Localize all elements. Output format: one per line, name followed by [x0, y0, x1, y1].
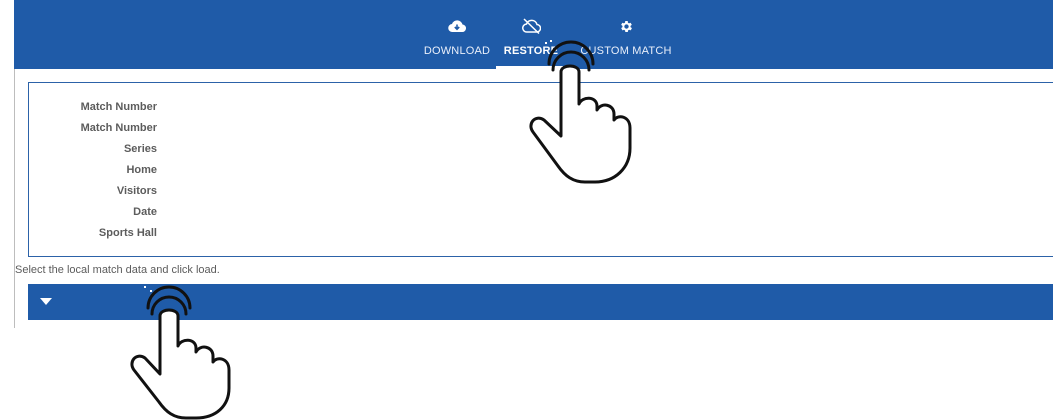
tap-hand-icon — [130, 285, 231, 420]
field-label-home: Home — [126, 164, 157, 176]
field-label-sports-hall: Sports Hall — [98, 227, 157, 239]
field-label-series: Series — [123, 143, 157, 155]
field-label-visitors: Visitors — [116, 185, 157, 197]
cloud-off-icon — [521, 17, 541, 35]
tab-download-label: DOWNLOAD — [423, 45, 491, 57]
load-hint-text: Select the local match data and click lo… — [15, 264, 220, 276]
tab-download[interactable]: DOWNLOAD — [423, 0, 491, 69]
gear-icon — [619, 17, 634, 35]
caret-down-icon[interactable] — [40, 298, 52, 305]
field-label-match-number-2: Match Number — [80, 122, 157, 134]
cloud-download-icon — [448, 17, 466, 35]
field-label-match-number: Match Number — [80, 101, 157, 113]
field-label-date: Date — [133, 206, 157, 218]
tap-hand-icon — [529, 40, 632, 184]
